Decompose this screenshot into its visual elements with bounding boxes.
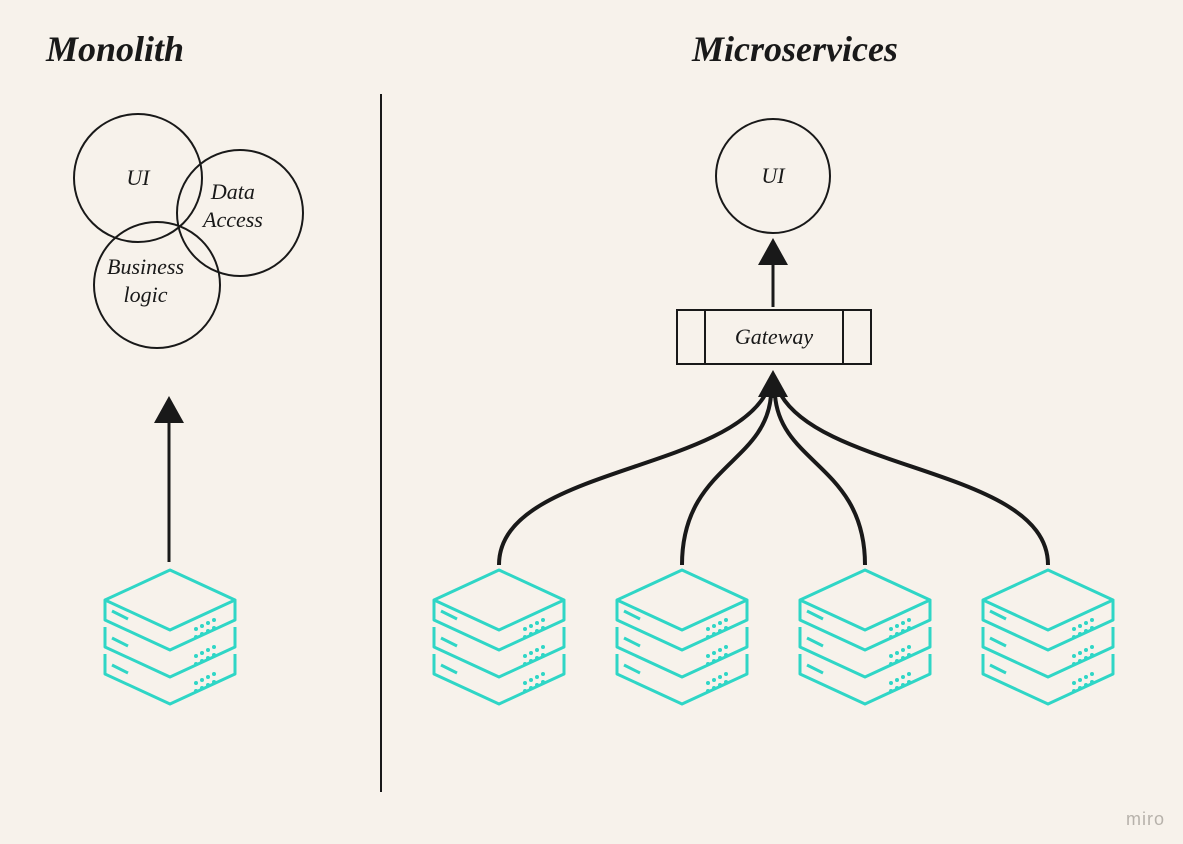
server-stack-icon: [100, 565, 240, 710]
server-stack-icon: [978, 565, 1118, 710]
server-stack-icon: [429, 565, 569, 710]
server-stack-icon: [795, 565, 935, 710]
watermark: miro: [1126, 809, 1165, 830]
microservices-arrows: [0, 0, 1183, 844]
server-stack-icon: [612, 565, 752, 710]
